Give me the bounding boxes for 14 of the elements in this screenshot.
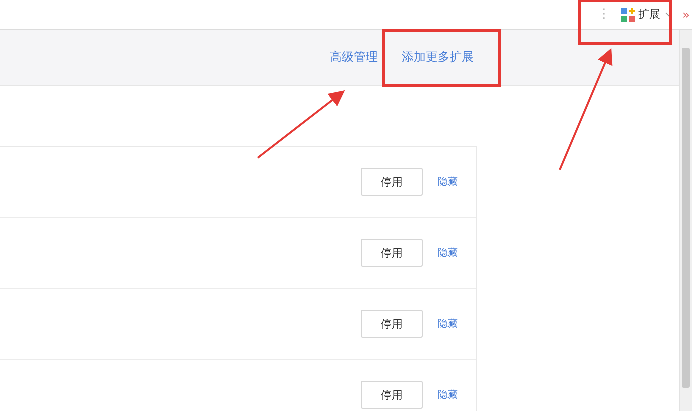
header-link[interactable]: 高级管理 (330, 49, 378, 66)
scrollbar[interactable] (679, 30, 692, 411)
disable-button[interactable]: 停用 (361, 381, 423, 409)
disable-button[interactable]: 停用 (361, 168, 423, 196)
hide-link[interactable]: 隐藏 (438, 388, 460, 402)
hide-link[interactable]: 隐藏 (438, 175, 460, 189)
hide-link[interactable]: 隐藏 (438, 246, 460, 260)
disable-button[interactable]: 停用 (361, 310, 423, 338)
extensions-button[interactable]: 扩展 (616, 2, 677, 26)
puzzle-grid-icon (620, 8, 635, 22)
disable-button[interactable]: 停用 (361, 239, 423, 267)
hide-link[interactable]: 隐藏 (438, 317, 460, 331)
overflow-chevron[interactable]: » (682, 8, 690, 22)
header-link[interactable]: 添加更多扩展 (402, 49, 474, 66)
